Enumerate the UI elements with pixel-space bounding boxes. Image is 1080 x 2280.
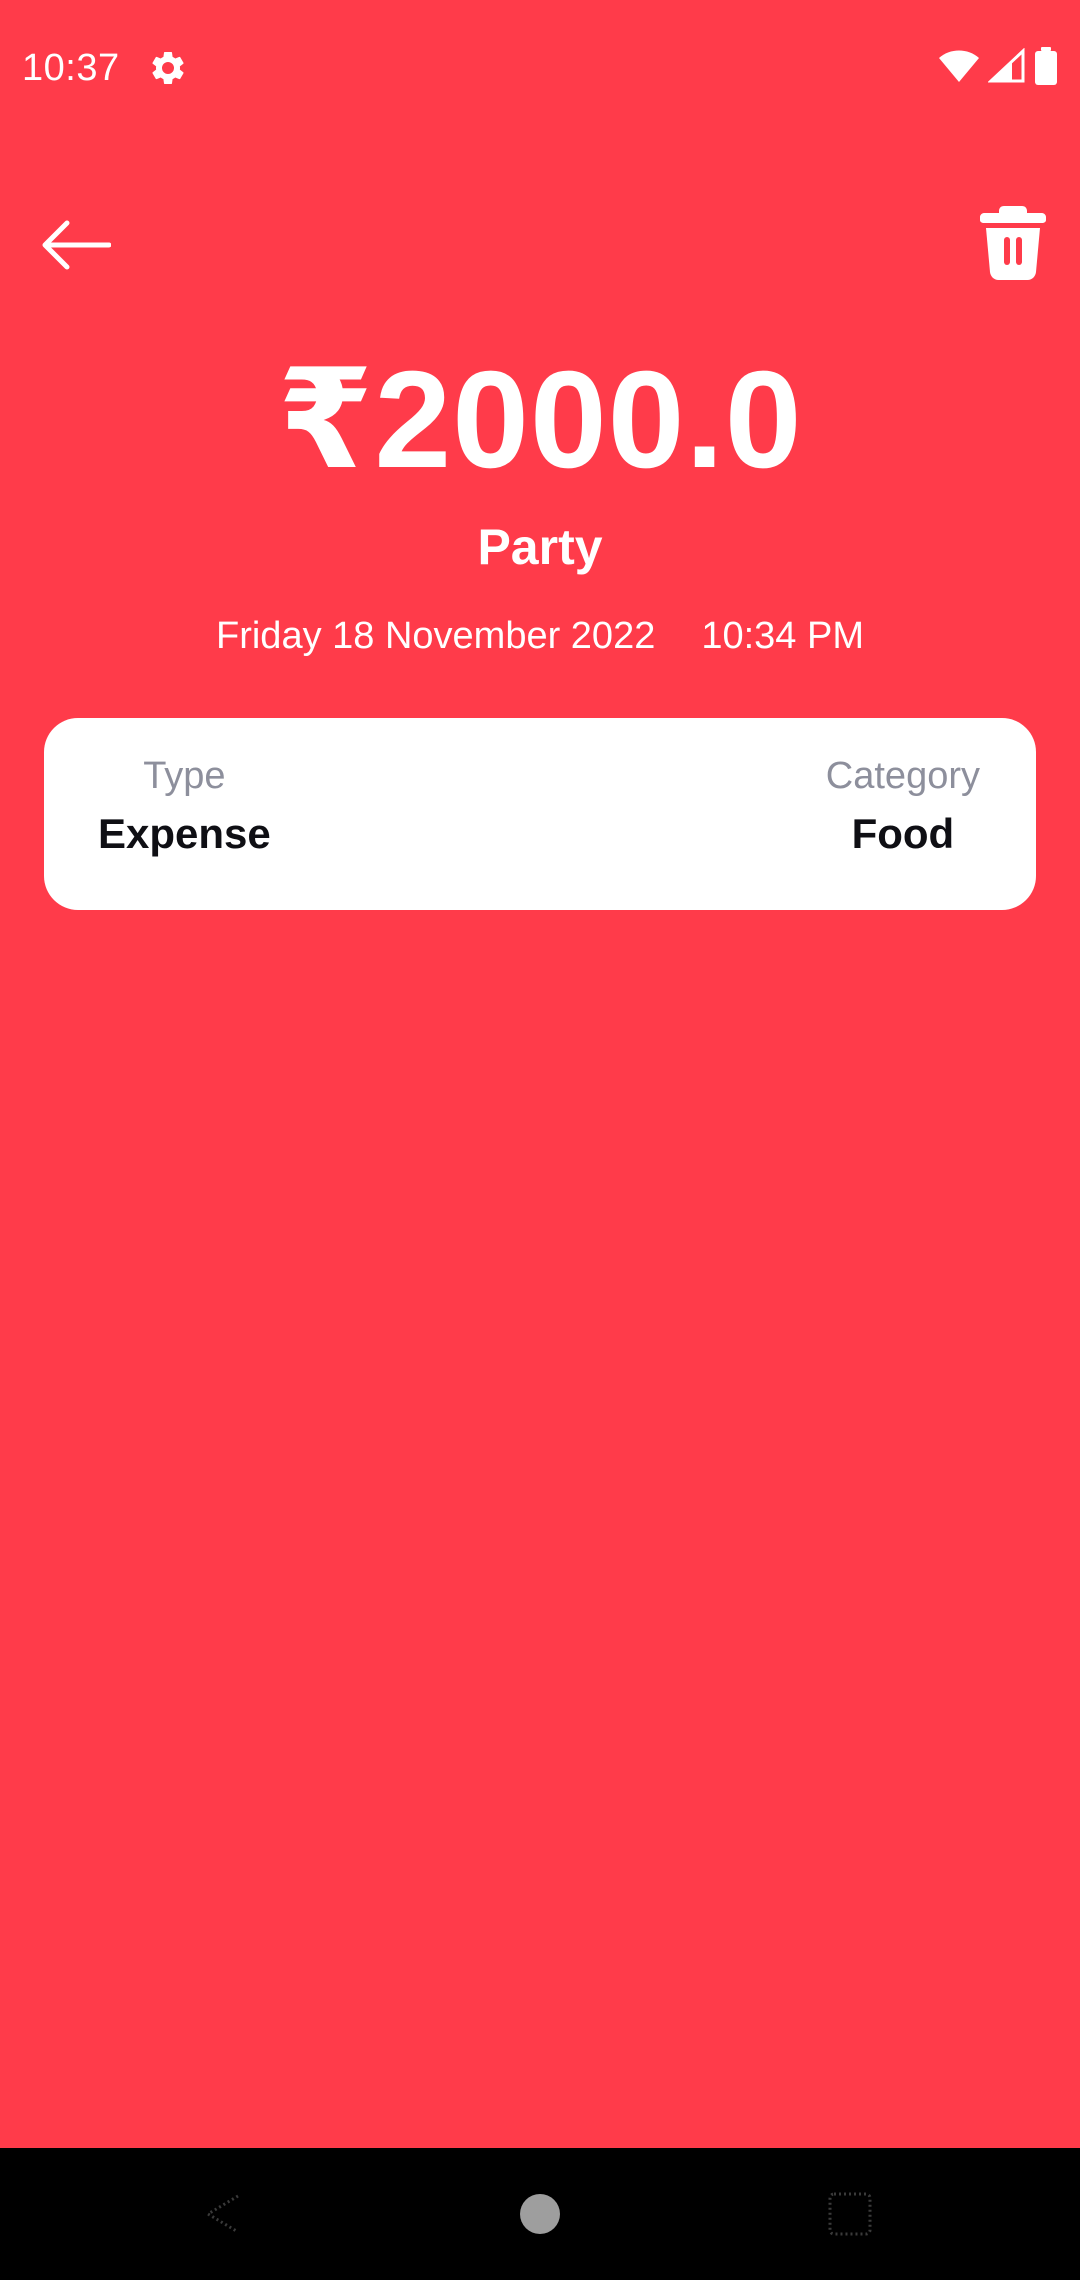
transaction-date: Friday 18 November 2022 (216, 615, 656, 657)
battery-icon (1034, 46, 1058, 90)
app-bar (0, 190, 1080, 310)
transaction-amount: ₹2000.0 (277, 343, 803, 497)
type-section: Type Expense (98, 752, 271, 860)
wifi-icon (938, 48, 980, 89)
status-bar: 10:37 (0, 0, 1080, 136)
system-nav-bar (0, 2148, 1080, 2280)
category-section: Category Food (826, 752, 980, 860)
type-value: Expense (98, 810, 271, 857)
transaction-title: Party (477, 519, 603, 575)
type-label: Type (143, 755, 226, 797)
category-label: Category (825, 755, 980, 797)
cell-signal-icon (987, 47, 1026, 89)
back-button[interactable] (30, 212, 120, 282)
nav-home-icon[interactable] (520, 2194, 560, 2234)
status-icons (938, 46, 1058, 90)
details-card: Type Expense Category Food (44, 718, 1036, 910)
category-value: Food (851, 810, 955, 857)
nav-recents-icon[interactable] (826, 2190, 874, 2238)
settings-gear-icon (148, 48, 188, 88)
transaction-time: 10:34 PM (701, 615, 864, 657)
arrow-left-icon (39, 219, 112, 276)
status-time: 10:37 (22, 47, 120, 89)
nav-back-icon[interactable] (200, 2190, 248, 2238)
transaction-datetime: Friday 18 November 2022 10:34 PM (0, 608, 1080, 664)
delete-button[interactable] (968, 200, 1058, 290)
trash-icon (980, 205, 1046, 285)
